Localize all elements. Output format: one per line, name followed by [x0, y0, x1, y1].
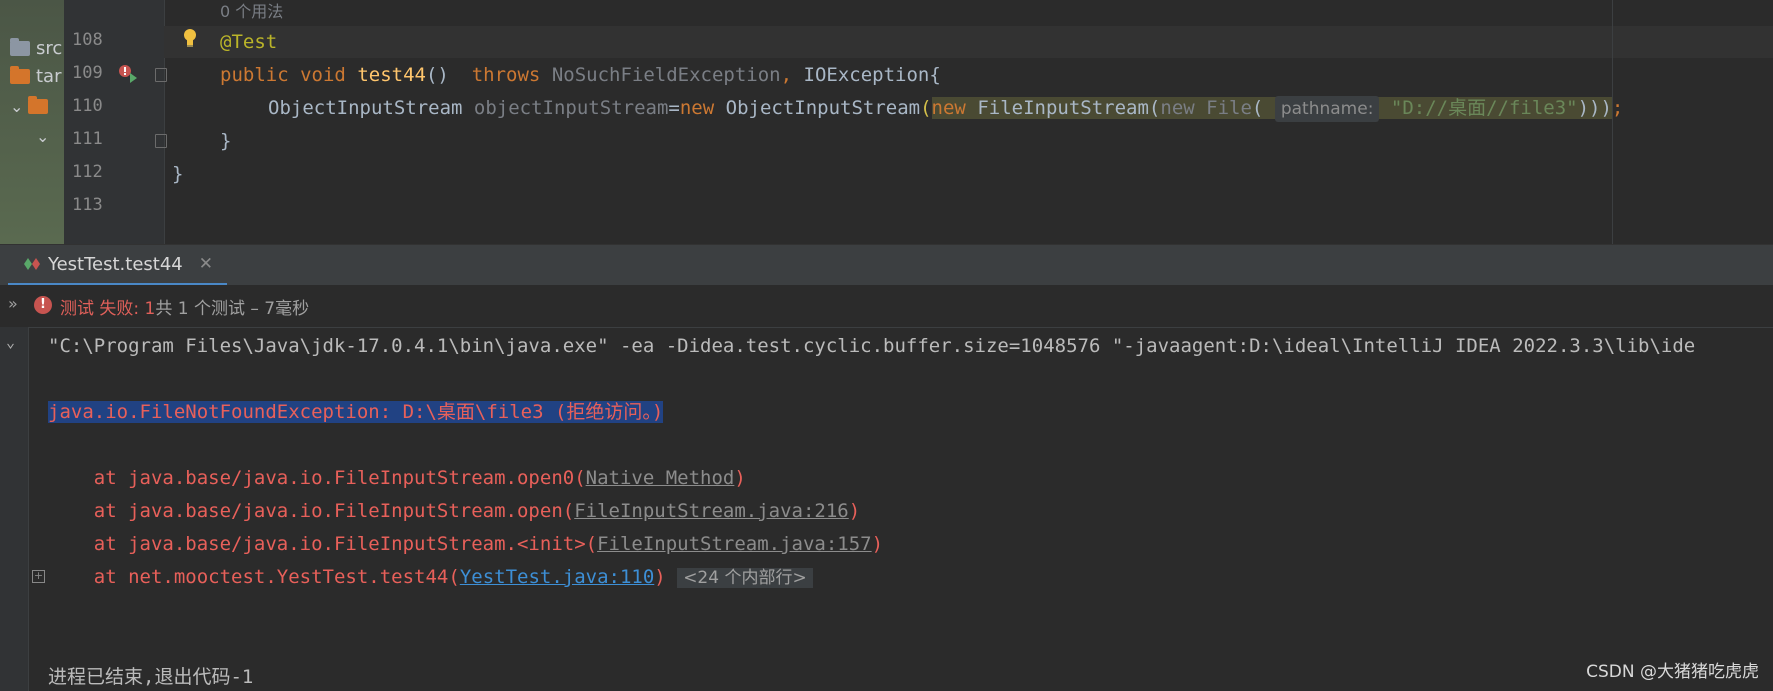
paren: ( [920, 97, 932, 119]
expand-arrows-icon[interactable]: » [8, 294, 18, 313]
code-line-111[interactable]: } [220, 126, 231, 156]
tree-item-folder[interactable]: ⌄ [10, 96, 54, 124]
status-failed-count: 1 [144, 299, 156, 319]
type-name: ObjectInputStream [268, 97, 463, 119]
error-icon: ! [34, 296, 52, 314]
keyword: new [931, 97, 966, 119]
console-gutter: ⌄ [0, 327, 29, 691]
keyword: new [1160, 97, 1195, 119]
tree-item-label: tar [36, 66, 62, 87]
internal-frames-fold[interactable]: <24 个内部行> [677, 568, 813, 588]
status-failed-label: 测试 失败: [60, 299, 140, 319]
close-icon[interactable]: ✕ [199, 254, 213, 274]
project-tree-panel: src tar ⌄ ⌄ [0, 0, 64, 244]
stack-frame-text: at net.mooctest.YestTest.test44( [48, 566, 460, 588]
line-number: 110 [72, 96, 103, 116]
brace: { [929, 64, 941, 86]
keyword: new [679, 97, 715, 119]
stack-frame-text: ) [848, 500, 861, 522]
code-line-110[interactable]: ObjectInputStream objectInputStream= new … [268, 93, 1623, 123]
line-number: 111 [72, 129, 103, 149]
code-line-108[interactable]: @Test [220, 27, 277, 57]
usage-hint[interactable]: 0 个用法 [220, 0, 283, 22]
run-tab-label: YestTest.test44 [48, 253, 183, 275]
string-literal: "D://桌面//file3" [1390, 97, 1578, 119]
code-line-109[interactable]: public void test44() throws NoSuchFieldE… [220, 60, 941, 90]
exception-message: java.io.FileNotFoundException: D:\桌面\fil… [48, 401, 664, 423]
annotation: @Test [220, 31, 278, 53]
folder-icon [10, 66, 30, 84]
paren: ( [1148, 97, 1161, 119]
tree-item-target[interactable]: tar [10, 66, 62, 94]
keyword: public [220, 64, 289, 86]
stack-frame-link[interactable]: FileInputStream.java:216 [574, 500, 849, 522]
paren: ( [1251, 97, 1264, 119]
type-name: ObjectInputStream [725, 97, 921, 119]
stack-frame-link[interactable]: YestTest.java:110 [460, 566, 654, 588]
parameter-hint: pathname: [1274, 96, 1380, 122]
exception-type: NoSuchFieldException [551, 64, 781, 86]
expand-trace-icon[interactable]: + [32, 570, 45, 583]
current-line-highlight [164, 26, 1773, 58]
stack-frame-text: ) [654, 566, 666, 588]
operator: = [668, 97, 680, 119]
test-status-text: 测试 失败: 1共 1 个测试 – 7毫秒 [60, 294, 309, 319]
code-line-112[interactable]: } [172, 159, 183, 189]
test-status-bar: » ! 测试 失败: 1共 1 个测试 – 7毫秒 [0, 285, 1773, 328]
folder-icon [10, 38, 30, 56]
inspection-highlight[interactable]: new FileInputStream(new File( pathname: … [931, 96, 1612, 122]
type-name: FileInputStream [977, 97, 1149, 119]
stack-frame-text: at java.base/java.io.FileInputStream.ope… [48, 467, 586, 489]
semicolon: ; [1611, 97, 1624, 119]
console-exception-line[interactable]: java.io.FileNotFoundException: D:\桌面\fil… [48, 398, 664, 426]
line-number: 113 [72, 195, 103, 215]
stack-frame-text: at java.base/java.io.FileInputStream.<in… [48, 533, 598, 555]
stack-frame-link[interactable]: Native Method [586, 467, 735, 489]
line-number: 112 [72, 162, 103, 182]
parens: () [425, 64, 449, 86]
keyword: void [300, 64, 346, 86]
stack-frame[interactable]: at java.base/java.io.FileInputStream.ope… [48, 464, 746, 492]
console-command-line[interactable]: "C:\Program Files\Java\jdk-17.0.4.1\bin\… [48, 332, 1695, 360]
run-test-failed-icon[interactable] [118, 64, 138, 84]
variable-name: objectInputStream [473, 97, 669, 119]
keyword: throws [471, 64, 541, 86]
chevron-down-icon[interactable]: ⌄ [36, 127, 54, 146]
paren: ))) [1577, 97, 1612, 119]
stack-frame-text: ) [734, 467, 746, 489]
stack-frame-text: at java.base/java.io.FileInputStream.ope… [48, 500, 575, 522]
status-summary: 共 1 个测试 – 7毫秒 [155, 299, 310, 319]
folder-icon [28, 96, 48, 114]
fold-marker-icon[interactable] [155, 134, 167, 148]
comma: , [780, 64, 793, 86]
chevron-down-icon[interactable]: ⌄ [6, 333, 15, 351]
stack-frame-link[interactable]: FileInputStream.java:157 [597, 533, 872, 555]
line-number: 108 [72, 30, 103, 50]
stack-frame[interactable]: at java.base/java.io.FileInputStream.ope… [48, 497, 860, 525]
run-tab-yesttest[interactable]: YestTest.test44 ✕ [8, 245, 228, 286]
watermark: CSDN @大猪猪吃虎虎 [1586, 662, 1759, 682]
brace: } [220, 130, 232, 152]
run-tool-window-tabbar: YestTest.test44 ✕ [0, 244, 1773, 286]
fold-marker-icon[interactable] [155, 68, 167, 82]
tree-item-src[interactable]: src [10, 38, 62, 66]
method-name: test44 [357, 64, 426, 86]
console-exit-line: 进程已结束,退出代码-1 [48, 666, 254, 688]
lightbulb-icon[interactable] [183, 28, 197, 48]
chevron-down-icon[interactable]: ⌄ [10, 97, 28, 116]
type-name: File [1206, 97, 1252, 119]
exception-type: IOException [803, 64, 930, 86]
stack-frame[interactable]: at java.base/java.io.FileInputStream.<in… [48, 530, 883, 558]
stack-frame[interactable]: at net.mooctest.YestTest.test44(YestTest… [48, 563, 813, 592]
code-editor[interactable]: src tar ⌄ ⌄ 108 109 110 111 112 113 0 个用… [0, 0, 1773, 244]
test-diamond-icon [24, 258, 40, 270]
tree-item-label: src [36, 38, 63, 59]
brace: } [172, 163, 184, 185]
tree-item-subfolder[interactable]: ⌄ [36, 126, 54, 154]
stack-frame-text: ) [871, 533, 884, 555]
